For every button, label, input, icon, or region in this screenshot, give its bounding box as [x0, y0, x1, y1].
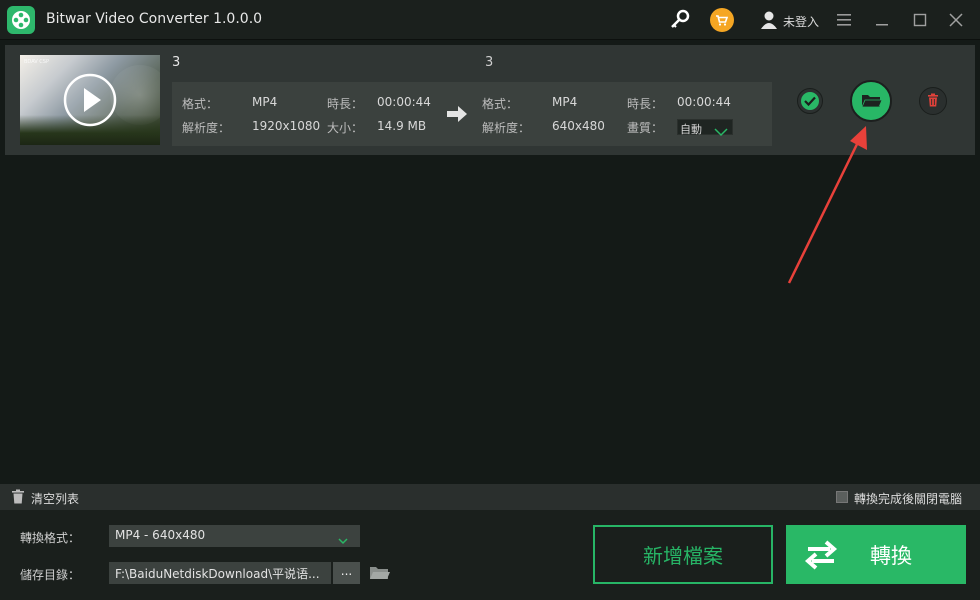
- shutdown-label: 轉換完成後關閉電腦: [854, 492, 963, 506]
- source-size-value: 14.9 MB: [377, 119, 427, 133]
- convert-label: 轉換: [870, 544, 912, 568]
- convert-button[interactable]: 轉換: [786, 525, 966, 584]
- thumbnail-tag: BDAV CSP: [24, 59, 49, 65]
- source-format-label: 格式：: [182, 97, 219, 111]
- output-format-label: 轉換格式：: [20, 531, 81, 545]
- source-format-value: MP4: [252, 95, 278, 109]
- source-resolution-value: 1920x1080: [252, 119, 321, 133]
- target-resolution-value: 640x480: [552, 119, 605, 133]
- close-icon[interactable]: [946, 10, 966, 30]
- maximize-icon[interactable]: [910, 10, 930, 30]
- list-footer: 清空列表 轉換完成後關閉電腦: [0, 484, 980, 510]
- folder-icon[interactable]: [369, 564, 391, 582]
- minimize-icon[interactable]: [872, 10, 892, 30]
- arrow-right-icon: [446, 105, 468, 123]
- save-dir-field[interactable]: F:\BaiduNetdiskDownload\平说语...: [109, 562, 331, 584]
- trash-icon: [928, 93, 938, 107]
- target-quality-label: 畫質：: [627, 121, 664, 135]
- bottom-panel: 轉換格式： MP4 - 640x480 儲存目錄： F:\BaiduNetdis…: [0, 510, 980, 600]
- target-resolution-label: 解析度：: [482, 121, 531, 135]
- play-icon[interactable]: [63, 73, 117, 127]
- output-format-select[interactable]: MP4 - 640x480: [109, 525, 360, 547]
- target-format-label: 格式：: [482, 97, 519, 111]
- source-resolution-label: 解析度：: [182, 121, 231, 135]
- source-file-name: 3: [172, 55, 181, 70]
- chevron-down-icon: [714, 122, 728, 137]
- output-format-value: MP4 - 640x480: [115, 528, 206, 542]
- title-bar: Bitwar Video Converter 1.0.0.0 未登入: [0, 0, 980, 40]
- video-thumbnail[interactable]: BDAV CSP: [20, 55, 160, 145]
- app-title: Bitwar Video Converter 1.0.0.0: [46, 11, 263, 27]
- quality-value: 自動: [680, 123, 702, 136]
- user-icon[interactable]: [760, 10, 778, 30]
- trash-icon[interactable]: [11, 489, 25, 504]
- menu-icon[interactable]: [834, 10, 854, 30]
- add-file-button[interactable]: 新增檔案: [593, 525, 773, 584]
- shutdown-checkbox[interactable]: [836, 491, 848, 503]
- target-duration-label: 時長：: [627, 97, 664, 111]
- source-duration-label: 時長：: [327, 97, 364, 111]
- swap-icon: [804, 538, 838, 572]
- target-file-name: 3: [485, 55, 494, 70]
- source-duration-value: 00:00:44: [377, 95, 431, 109]
- login-link[interactable]: 未登入: [783, 13, 819, 30]
- browse-button[interactable]: ...: [333, 562, 360, 584]
- save-dir-label: 儲存目錄：: [20, 568, 81, 582]
- delete-task-button[interactable]: [919, 87, 947, 115]
- clear-list-button[interactable]: 清空列表: [31, 490, 79, 507]
- file-info-panel: 格式： MP4 時長： 00:00:44 解析度： 1920x1080 大小： …: [172, 82, 772, 146]
- annotation-arrow: [780, 110, 880, 290]
- target-format-value: MP4: [552, 95, 578, 109]
- film-reel-icon: [7, 6, 35, 34]
- target-duration-value: 00:00:44: [677, 95, 731, 109]
- chevron-down-icon: [337, 531, 349, 545]
- cart-icon[interactable]: [710, 8, 734, 32]
- key-icon[interactable]: [668, 8, 692, 32]
- source-size-label: 大小：: [327, 121, 364, 135]
- quality-select[interactable]: 自動: [677, 119, 733, 137]
